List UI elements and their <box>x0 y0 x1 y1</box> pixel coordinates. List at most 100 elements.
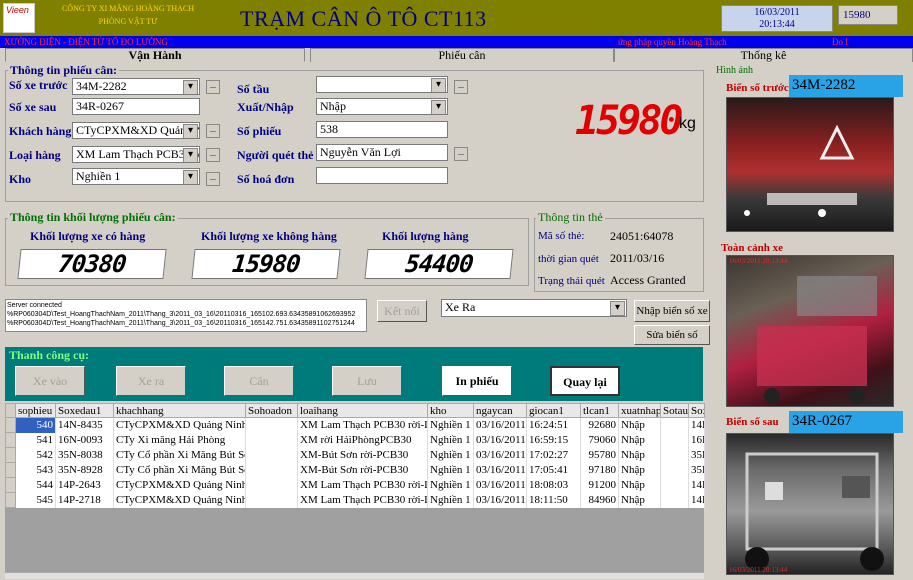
table-cell[interactable]: 16R-48 <box>688 432 705 448</box>
table-cell[interactable]: XM Lam Thạch PCB30 rời-LQ <box>297 417 428 433</box>
table-cell[interactable] <box>245 462 298 478</box>
column-header[interactable]: khachhang <box>113 403 246 418</box>
tab-statistics[interactable]: Thống kê <box>614 48 913 62</box>
table-cell[interactable]: 97180 <box>580 462 619 478</box>
table-cell[interactable]: Nghiền 1 <box>427 492 474 508</box>
table-cell[interactable]: 14R-02 <box>688 492 705 508</box>
ship-select[interactable] <box>316 76 448 93</box>
table-row[interactable]: 540 14N-8435 CTyCPXM&XD Quảng Ninh XM Lam T… <box>5 417 705 433</box>
table-cell[interactable]: 14P-2718 <box>55 492 114 508</box>
table-cell[interactable]: XM Lam Thạch PCB30 rời-LQ <box>297 492 428 508</box>
table-row[interactable]: 543 35N-8928 CTy Cổ phần Xi Măng Bút Sơn XM… <box>5 462 705 478</box>
table-cell[interactable]: 03/16/2011 <box>473 492 527 508</box>
table-cell[interactable]: 16:59:15 <box>526 432 581 448</box>
table-row[interactable]: 545 14P-2718 CTyCPXM&XD Quảng Ninh XM Lam T… <box>5 492 705 508</box>
table-cell[interactable]: XM-Bút Sơn rời-PCB30 <box>297 462 428 478</box>
column-header[interactable]: Soxedau1 <box>55 403 114 418</box>
print-button[interactable]: In phiếu <box>442 366 512 396</box>
column-header[interactable]: sophieu <box>15 403 56 418</box>
table-cell[interactable] <box>660 492 689 508</box>
table-cell[interactable]: 14N-8435 <box>55 417 114 433</box>
weigh-button[interactable]: Cân <box>224 366 294 396</box>
table-cell[interactable]: 92680 <box>580 417 619 433</box>
log-box[interactable]: Server connected %RP060304D\Test_HoangTh… <box>5 299 367 332</box>
grid-horizontal-scrollbar[interactable] <box>5 572 704 579</box>
table-cell[interactable]: 95780 <box>580 447 619 463</box>
table-cell[interactable]: CTy Cổ phần Xi Măng Bút Sơn <box>113 462 246 478</box>
input-plate-button[interactable]: Nhập biển số xe <box>634 300 710 322</box>
table-cell[interactable]: 03/16/2011 <box>473 477 527 493</box>
table-cell[interactable]: 79060 <box>580 432 619 448</box>
table-cell[interactable]: 544 <box>15 477 56 493</box>
table-cell[interactable]: Nghiền 1 <box>427 417 474 433</box>
ticket-no-field[interactable]: 538 <box>316 121 448 138</box>
table-row[interactable]: 541 16N-0093 CTy Xi măng Hải Phòng XM rời H… <box>5 432 705 448</box>
front-plate-select[interactable]: 34M-2282 <box>72 78 200 95</box>
table-cell[interactable]: 35N-8928 <box>55 462 114 478</box>
table-cell[interactable] <box>245 492 298 508</box>
table-cell[interactable]: 14P-2643 <box>55 477 114 493</box>
table-cell[interactable] <box>660 477 689 493</box>
table-cell[interactable]: 91200 <box>580 477 619 493</box>
scanner-browse-button[interactable]: ... <box>454 147 468 161</box>
table-cell[interactable]: 540 <box>15 417 56 433</box>
customer-browse-button[interactable]: ... <box>206 124 220 138</box>
store-select[interactable]: Nghiền 1 <box>72 168 200 185</box>
table-cell[interactable]: 16N-0093 <box>55 432 114 448</box>
table-cell[interactable]: XM-Bút Sơn rời-PCB30 <box>297 447 428 463</box>
column-header[interactable]: loaihang <box>297 403 428 418</box>
table-row[interactable]: 542 35N-8038 CTy Cổ phần Xi Măng Bút Sơn XM… <box>5 447 705 463</box>
table-cell[interactable]: 35R01 <box>688 447 705 463</box>
table-cell[interactable]: 18:11:50 <box>526 492 581 508</box>
records-grid[interactable]: sophieu Soxedau1 khachhang Sohoadon loaihang… <box>5 403 705 579</box>
table-cell[interactable] <box>245 417 298 433</box>
table-cell[interactable]: XM rời HảiPhòngPCB30 <box>297 432 428 448</box>
io-select[interactable]: Nhập <box>316 98 448 115</box>
table-cell[interactable]: 03/16/2011 <box>473 447 527 463</box>
direction-select[interactable]: Xe Ra <box>441 299 627 317</box>
column-header[interactable]: Sotau <box>660 403 689 418</box>
table-cell[interactable]: 03/16/2011 <box>473 462 527 478</box>
table-cell[interactable]: 542 <box>15 447 56 463</box>
tab-tickets[interactable]: Phiếu cân <box>310 48 614 62</box>
table-cell[interactable]: 35R-01 <box>688 462 705 478</box>
table-cell[interactable] <box>245 477 298 493</box>
table-cell[interactable]: 16:24:51 <box>526 417 581 433</box>
tab-operation[interactable]: Vận Hành <box>5 48 305 62</box>
table-cell[interactable]: Nghiền 1 <box>427 432 474 448</box>
table-cell[interactable]: 545 <box>15 492 56 508</box>
table-cell[interactable]: Nhập <box>618 492 661 508</box>
table-cell[interactable]: 84960 <box>580 492 619 508</box>
save-button[interactable]: Lưu <box>332 366 402 396</box>
table-cell[interactable]: 17:05:41 <box>526 462 581 478</box>
front-plate-browse-button[interactable]: ... <box>206 80 220 94</box>
store-browse-button[interactable]: ... <box>206 172 220 186</box>
table-cell[interactable]: 35N-8038 <box>55 447 114 463</box>
table-cell[interactable]: XM Lam Thạch PCB30 rời-LQ <box>297 477 428 493</box>
table-cell[interactable]: Nghiền 1 <box>427 477 474 493</box>
table-cell[interactable] <box>245 447 298 463</box>
table-cell[interactable]: Nhập <box>618 477 661 493</box>
back-button[interactable]: Quay lại <box>550 366 620 396</box>
table-cell[interactable] <box>245 432 298 448</box>
ship-browse-button[interactable]: ... <box>454 80 468 94</box>
customer-select[interactable]: CTyCPXM&XD Quảng N <box>72 122 200 139</box>
rear-plate-field[interactable]: 34R-0267 <box>72 98 200 115</box>
table-cell[interactable] <box>660 462 689 478</box>
table-cell[interactable]: Nhập <box>618 432 661 448</box>
table-cell[interactable]: 17:02:27 <box>526 447 581 463</box>
column-header[interactable]: Sohoadon <box>245 403 298 418</box>
table-cell[interactable]: Nhập <box>618 462 661 478</box>
table-cell[interactable]: Nhập <box>618 447 661 463</box>
table-cell[interactable]: Nhập <box>618 417 661 433</box>
table-cell[interactable]: CTy Cổ phần Xi Măng Bút Sơn <box>113 447 246 463</box>
table-cell[interactable]: 03/16/2011 <box>473 417 527 433</box>
table-cell[interactable]: CTyCPXM&XD Quảng Ninh <box>113 477 246 493</box>
goods-browse-button[interactable]: ... <box>206 148 220 162</box>
table-cell[interactable]: CTyCPXM&XD Quảng Ninh <box>113 492 246 508</box>
table-cell[interactable] <box>660 432 689 448</box>
table-cell[interactable]: 543 <box>15 462 56 478</box>
connect-button[interactable]: Kết nối <box>377 300 427 322</box>
column-header[interactable]: xuatnhap <box>618 403 661 418</box>
table-cell[interactable]: Nghiền 1 <box>427 462 474 478</box>
